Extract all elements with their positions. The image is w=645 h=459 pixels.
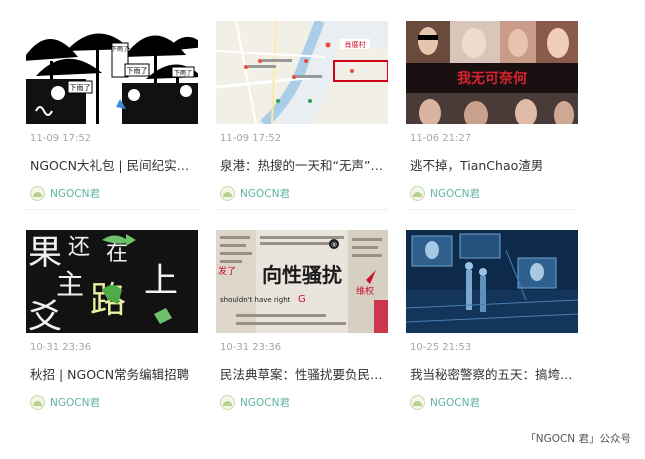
thumb-headline: 向性骚扰 bbox=[262, 263, 342, 287]
author-avatar bbox=[410, 185, 425, 201]
author-name: NGOCN君 bbox=[430, 396, 480, 409]
author-avatar bbox=[220, 394, 235, 410]
article-title[interactable]: 民法典草案：性骚扰要负民… bbox=[220, 364, 388, 383]
thumb-label: 下雨了 bbox=[174, 70, 192, 77]
thumb-label: 发了 bbox=[218, 265, 236, 277]
thumb-glyph: 还 bbox=[68, 235, 90, 260]
article-grid: 下雨了 下雨了 下雨了 下雨了 11-09 17:52 NGOCN大礼包 | 民… bbox=[0, 0, 645, 459]
author-avatar bbox=[410, 394, 425, 410]
thumb-label: 维权 bbox=[356, 285, 374, 297]
thumb-label: 下雨了 bbox=[127, 67, 148, 75]
author-name: NGOCN君 bbox=[50, 396, 100, 409]
thumb-banner-text: 我无可奈何 bbox=[457, 70, 527, 87]
card-divider bbox=[26, 209, 198, 210]
thumb-glyph: 在 bbox=[106, 241, 128, 266]
author-avatar bbox=[30, 394, 45, 410]
author-name: NGOCN君 bbox=[50, 187, 100, 200]
article-author[interactable]: NGOCN君 bbox=[220, 185, 290, 201]
thumb-label: 下雨了 bbox=[70, 84, 91, 92]
article-thumbnail-surveillance[interactable] bbox=[406, 230, 578, 333]
thumb-glyph: 爻 bbox=[28, 297, 62, 333]
author-name: NGOCN君 bbox=[240, 187, 290, 200]
thumb-label: 下雨了 bbox=[111, 46, 129, 53]
article-title[interactable]: 逃不掉，TianChao渣男 bbox=[410, 155, 578, 174]
card-divider bbox=[406, 209, 578, 210]
author-name: NGOCN君 bbox=[430, 187, 480, 200]
article-author[interactable]: NGOCN君 bbox=[410, 185, 480, 201]
article-title[interactable]: 我当秘密警察的五天：搞垮… bbox=[410, 364, 578, 383]
article-thumbnail-map[interactable]: 肖厝村 bbox=[216, 21, 388, 124]
article-date: 10-25 21:53 bbox=[410, 342, 472, 353]
article-title[interactable]: NGOCN大礼包 | 民间纪实… bbox=[30, 155, 198, 174]
footer-source-label: 「NGOCN 君」公众号 bbox=[525, 433, 631, 445]
article-author[interactable]: NGOCN君 bbox=[410, 394, 480, 410]
thumb-glyph: 果 bbox=[28, 233, 62, 273]
article-date: 10-31 23:36 bbox=[220, 342, 282, 353]
article-thumbnail-newspaper[interactable]: 向性骚扰 shouldn't have right G ⑨ 发了 维权 bbox=[216, 230, 388, 333]
article-author[interactable]: NGOCN君 bbox=[220, 394, 290, 410]
article-thumbnail-faces[interactable]: 我无可奈何 bbox=[406, 21, 578, 124]
thumb-label: 肖厝村 bbox=[345, 40, 366, 49]
article-title[interactable]: 秋招 | NGOCN常务编辑招聘 bbox=[30, 364, 198, 383]
article-thumbnail-calligraphy[interactable]: 果 还 在 主 路 上 爻 bbox=[26, 230, 198, 333]
article-author[interactable]: NGOCN君 bbox=[30, 394, 100, 410]
article-author[interactable]: NGOCN君 bbox=[30, 185, 100, 201]
card-divider bbox=[216, 209, 388, 210]
article-date: 11-06 21:27 bbox=[410, 133, 472, 144]
article-date: 11-09 17:52 bbox=[30, 133, 92, 144]
article-date: 11-09 17:52 bbox=[220, 133, 282, 144]
thumb-glyph: 上 bbox=[144, 261, 178, 301]
author-avatar bbox=[220, 185, 235, 201]
article-title[interactable]: 泉港：热搜的一天和“无声”… bbox=[220, 155, 388, 174]
author-name: NGOCN君 bbox=[240, 396, 290, 409]
author-avatar bbox=[30, 185, 45, 201]
thumb-label: ⑨ bbox=[331, 241, 337, 249]
article-thumbnail-umbrellas[interactable]: 下雨了 下雨了 下雨了 下雨了 bbox=[26, 21, 198, 124]
article-date: 10-31 23:36 bbox=[30, 342, 92, 353]
thumb-label: shouldn't have right bbox=[220, 296, 291, 304]
thumb-label: G bbox=[298, 294, 306, 305]
